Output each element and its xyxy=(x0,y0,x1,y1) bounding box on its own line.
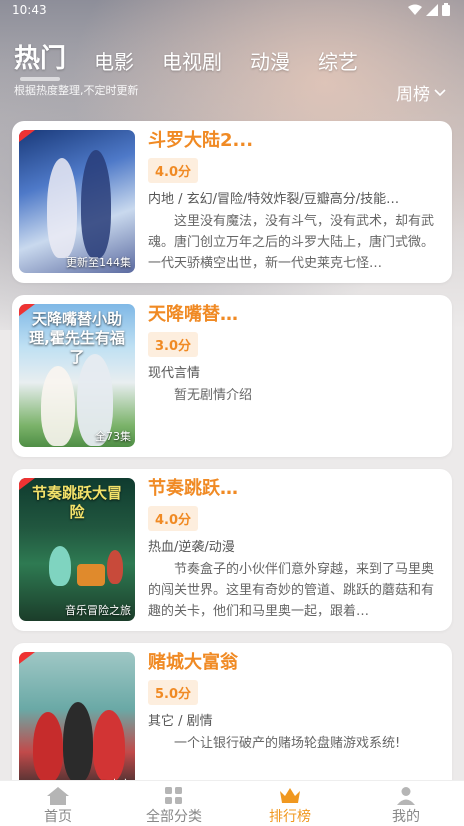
ranking-subtitle: 根据热度整理,不定时更新 xyxy=(14,84,139,97)
signal-icon xyxy=(426,3,438,16)
nav-categories-label: 全部分类 xyxy=(146,809,202,825)
poster-caption: 全73集 xyxy=(95,430,131,443)
tab-variety[interactable]: 综艺 xyxy=(318,46,358,75)
poster-title: 节奏跳跃大冒险 xyxy=(31,484,122,521)
poster-image[interactable]: 天降嘴替小助理,霍先生有福了 全73集 xyxy=(19,304,135,447)
bottom-navigation: 首页 全部分类 排行榜 我的 xyxy=(0,780,464,826)
ranking-list: 更新至144集 斗罗大陆2... 4.0分 内地 / 玄幻/冒险/特效炸裂/豆瓣… xyxy=(12,121,452,813)
list-item[interactable]: 节奏跳跃大冒险 音乐冒险之旅 节奏跳跃… 4.0分 热血/逆袭/动漫 节奏盒子的… xyxy=(12,469,452,631)
nav-ranking[interactable]: 排行榜 xyxy=(232,781,348,826)
wifi-icon xyxy=(408,4,422,15)
list-item[interactable]: 更新至144集 斗罗大陆2... 4.0分 内地 / 玄幻/冒险/特效炸裂/豆瓣… xyxy=(12,121,452,283)
rank-period-dropdown[interactable]: 周榜 xyxy=(396,80,446,105)
category-tabs: 热门 电影 电视剧 动漫 综艺 xyxy=(14,38,386,81)
poster-title: 天降嘴替小助理,霍先生有福了 xyxy=(29,310,125,366)
poster-caption: 更新至144集 xyxy=(66,256,131,269)
item-genre: 热血/逆袭/动漫 xyxy=(148,540,235,555)
hot-tag xyxy=(19,130,35,142)
nav-home-label: 首页 xyxy=(44,809,72,825)
tab-hot[interactable]: 热门 xyxy=(14,38,66,81)
item-genre: 其它 / 剧情 xyxy=(148,714,213,729)
item-genre: 内地 / 玄幻/冒险/特效炸裂/豆瓣高分/技能… xyxy=(148,192,400,207)
nav-profile[interactable]: 我的 xyxy=(348,781,464,826)
status-time: 10:43 xyxy=(12,3,47,17)
list-item[interactable]: 天降嘴替小助理,霍先生有福了 全73集 天降嘴替… 3.0分 现代言情 暂无剧情… xyxy=(12,295,452,457)
tab-tv[interactable]: 电视剧 xyxy=(162,46,222,75)
category-icon xyxy=(164,785,184,806)
item-title: 斗罗大陆2... xyxy=(148,130,254,151)
status-icons xyxy=(408,3,450,16)
score-badge: 4.0分 xyxy=(148,158,199,183)
list-item[interactable]: HD中字 赌城大富翁 5.0分 其它 / 剧情 一个让银行破产的赌场轮盘赌游戏系… xyxy=(12,643,452,801)
person-icon xyxy=(397,785,415,806)
hot-tag xyxy=(19,652,35,664)
crown-icon xyxy=(279,785,301,806)
tab-anime[interactable]: 动漫 xyxy=(250,46,290,75)
item-title: 节奏跳跃… xyxy=(148,478,238,499)
nav-categories[interactable]: 全部分类 xyxy=(116,781,232,826)
item-description: 这里没有魔法，没有斗气，没有武术，却有武魂。唐门创立万年之后的斗罗大陆上，唐门式… xyxy=(148,214,435,271)
tab-movie[interactable]: 电影 xyxy=(94,46,134,75)
item-title: 赌城大富翁 xyxy=(148,652,238,673)
status-bar: 10:43 xyxy=(0,0,464,20)
item-description: 暂无剧情介绍 xyxy=(174,388,253,403)
nav-ranking-label: 排行榜 xyxy=(269,809,311,825)
poster-image[interactable]: HD中字 xyxy=(19,652,135,795)
poster-image[interactable]: 更新至144集 xyxy=(19,130,135,273)
poster-image[interactable]: 节奏跳跃大冒险 音乐冒险之旅 xyxy=(19,478,135,621)
score-badge: 3.0分 xyxy=(148,332,199,357)
nav-home[interactable]: 首页 xyxy=(0,781,116,826)
item-title: 天降嘴替… xyxy=(148,304,238,325)
item-description: 一个让银行破产的赌场轮盘赌游戏系统! xyxy=(174,736,401,751)
poster-caption: 音乐冒险之旅 xyxy=(65,604,131,617)
score-badge: 5.0分 xyxy=(148,680,199,705)
home-icon xyxy=(46,785,70,806)
item-description: 节奏盒子的小伙伴们意外穿越，来到了马里奥的闯关世界。这里有奇妙的管道、跳跃的蘑菇… xyxy=(148,562,435,619)
chevron-down-icon xyxy=(434,88,446,96)
item-genre: 现代言情 xyxy=(148,366,201,381)
nav-profile-label: 我的 xyxy=(392,809,420,825)
rank-period-label: 周榜 xyxy=(396,85,430,105)
battery-icon xyxy=(442,3,450,16)
score-badge: 4.0分 xyxy=(148,506,199,531)
